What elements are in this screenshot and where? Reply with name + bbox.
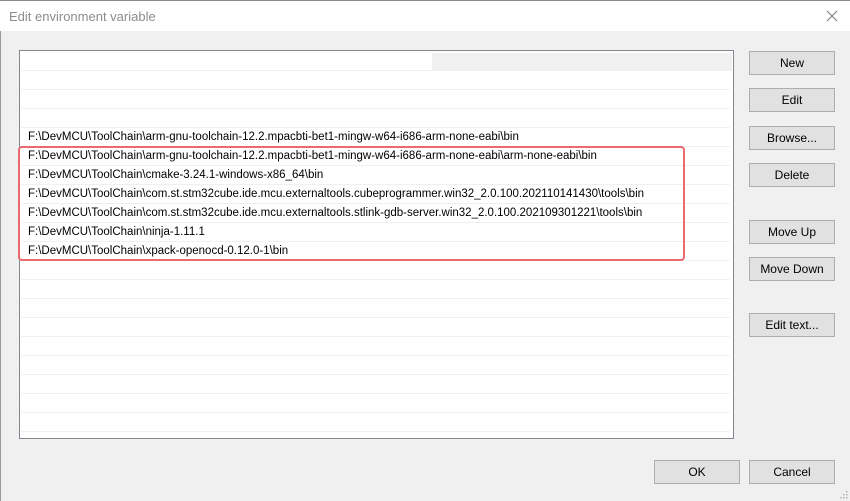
title-bar: Edit environment variable [0,0,850,31]
delete-button[interactable]: Delete [749,163,835,187]
move-up-button[interactable]: Move Up [749,220,835,244]
window-title: Edit environment variable [9,9,156,24]
list-item[interactable]: F:\DevMCU\ToolChain\xpack-openocd-0.12.0… [21,242,730,261]
list-item-empty[interactable] [21,394,730,413]
edit-text-button[interactable]: Edit text... [749,313,835,337]
close-button[interactable] [822,6,842,26]
new-button[interactable]: New [749,51,835,75]
list-item-empty[interactable] [21,71,730,90]
cancel-button[interactable]: Cancel [749,460,835,484]
list-item-empty[interactable] [21,52,730,71]
list-item[interactable]: F:\DevMCU\ToolChain\com.st.stm32cube.ide… [21,204,730,223]
move-down-button[interactable]: Move Down [749,257,835,281]
list-item[interactable]: F:\DevMCU\ToolChain\arm-gnu-toolchain-12… [21,128,730,147]
close-x-icon [826,10,838,22]
browse-button[interactable]: Browse... [749,126,835,150]
list-item[interactable]: F:\DevMCU\ToolChain\ninja-1.11.1 [21,223,730,242]
list-item[interactable]: F:\DevMCU\ToolChain\com.st.stm32cube.ide… [21,185,730,204]
list-item-empty[interactable] [21,299,730,318]
list-item-empty[interactable] [21,375,730,394]
ok-button[interactable]: OK [654,460,740,484]
list-item-empty[interactable] [21,261,730,280]
list-item-empty[interactable] [21,280,730,299]
window-border [0,31,1,501]
list-item[interactable]: F:\DevMCU\ToolChain\cmake-3.24.1-windows… [21,166,730,185]
list-item-empty[interactable] [21,109,730,128]
edit-button[interactable]: Edit [749,88,835,112]
list-item-empty[interactable] [21,90,730,109]
path-list[interactable]: F:\DevMCU\ToolChain\arm-gnu-toolchain-12… [19,50,734,439]
list-item-empty[interactable] [21,413,730,432]
list-item[interactable]: F:\DevMCU\ToolChain\arm-gnu-toolchain-12… [21,147,730,166]
list-item-empty[interactable] [21,356,730,375]
resize-grip-icon[interactable] [840,491,848,499]
list-item-empty[interactable] [21,318,730,337]
list-item-empty[interactable] [21,337,730,356]
